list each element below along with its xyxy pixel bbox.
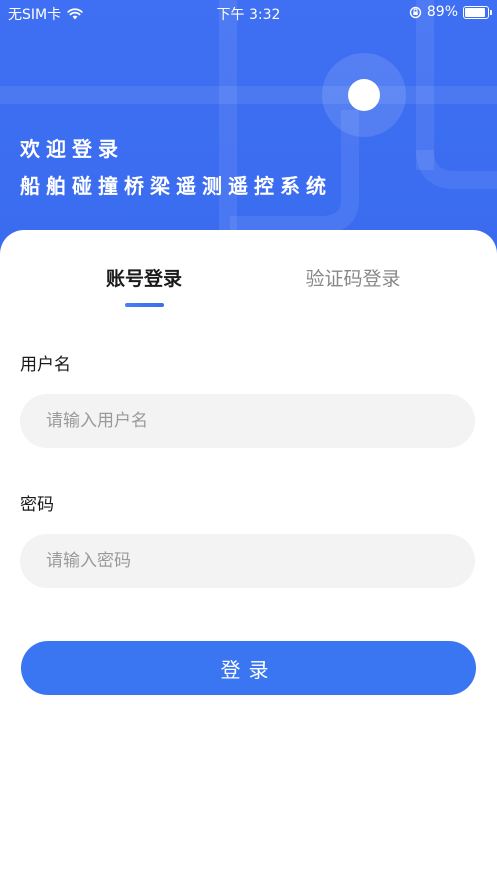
login-screen: 无SIM卡 下午 3:32 89% 欢迎登录 船舶碰撞桥梁遥测遥控系统 账号登录…	[0, 0, 497, 883]
active-tab-indicator	[125, 303, 164, 307]
battery-icon	[463, 5, 492, 19]
login-card: 账号登录 验证码登录 用户名 密码 登录	[0, 230, 497, 883]
battery-level	[465, 7, 485, 17]
username-input[interactable]	[20, 394, 475, 448]
system-title: 船舶碰撞桥梁遥测遥控系统	[20, 174, 332, 198]
status-time: 下午 3:32	[216, 7, 281, 23]
login-tabs: 账号登录 验证码登录	[0, 264, 497, 314]
status-bar: 无SIM卡 下午 3:32 89%	[0, 0, 497, 26]
welcome-heading: 欢迎登录	[20, 137, 124, 161]
battery-percent: 89%	[426, 4, 458, 20]
tab-account-login[interactable]: 账号登录	[44, 264, 244, 291]
location-pin-icon	[348, 79, 380, 111]
username-label: 用户名	[20, 355, 71, 375]
login-button[interactable]: 登录	[21, 641, 476, 695]
password-input[interactable]	[20, 534, 475, 588]
password-label: 密码	[20, 495, 54, 515]
tab-code-login[interactable]: 验证码登录	[253, 264, 453, 291]
rotation-lock-icon	[409, 6, 422, 18]
